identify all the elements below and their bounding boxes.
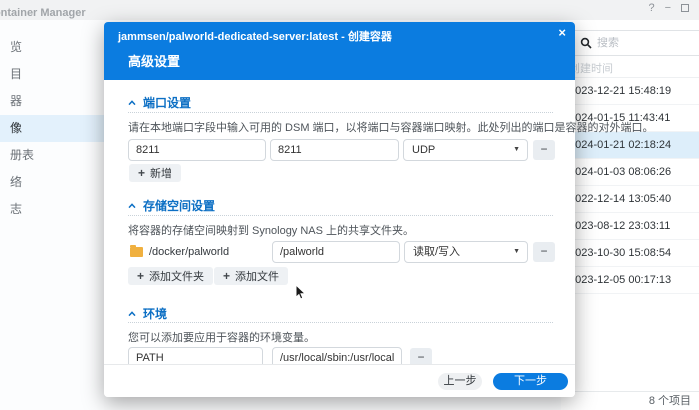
add-file-label: 添加文件	[235, 271, 280, 283]
image-list-panel: 创建时间 2023-12-21 15:48:19 2024-01-15 11:4…	[561, 20, 699, 410]
host-path-label: /docker/palworld	[149, 246, 230, 258]
window-controls: ? −	[648, 2, 689, 14]
add-folder-label: 添加文件夹	[149, 271, 205, 283]
section-storage-header[interactable]: 存储空间设置	[128, 197, 215, 214]
remove-port-button[interactable]: −	[533, 140, 555, 160]
chevron-down-icon: ▼	[513, 146, 520, 153]
minus-icon: −	[540, 244, 548, 258]
image-rows: 2023-12-21 15:48:19 2024-01-15 11:43:41 …	[561, 78, 699, 294]
sidebar-item-log[interactable]: 志	[0, 196, 104, 223]
items-count: 8 个项目	[561, 391, 699, 410]
sidebar-item-project[interactable]: 目	[0, 61, 104, 88]
window-titlebar: Container Manager ? −	[0, 0, 699, 20]
image-list-row[interactable]: 2024-01-03 08:06:26	[561, 159, 699, 186]
help-icon[interactable]: ?	[648, 2, 654, 14]
app-title-clip: Container Manager	[0, 3, 95, 19]
next-button[interactable]: 下一步	[493, 373, 568, 390]
plus-icon: +	[223, 269, 231, 283]
maximize-icon[interactable]	[681, 4, 689, 12]
protocol-value: UDP	[412, 144, 436, 156]
add-port-label: 新增	[150, 168, 173, 180]
plus-icon: +	[137, 269, 145, 283]
sidebar-item-network[interactable]: 络	[0, 169, 104, 196]
plus-icon: +	[138, 166, 146, 180]
add-file-button[interactable]: + 添加文件	[214, 267, 289, 285]
search-icon	[580, 37, 592, 49]
close-icon[interactable]: ×	[558, 25, 566, 40]
section-environment-header[interactable]: 环境	[128, 305, 167, 322]
app-title: Container Manager	[0, 7, 86, 19]
container-port-input[interactable]	[270, 139, 399, 161]
storage-description: 将容器的存储空间映射到 Synology NAS 上的共享文件夹。	[128, 225, 415, 237]
sidebar-items: 览 目 器 像 册表 络 志	[0, 20, 104, 223]
sidebar-item-container[interactable]: 器	[0, 88, 104, 115]
add-port-button[interactable]: + 新增	[129, 164, 182, 182]
sidebar-item-registry[interactable]: 册表	[0, 142, 104, 169]
screen: Container Manager ? − 览 目 器 像 册表 络 志 创建时…	[0, 0, 699, 410]
divider	[128, 322, 553, 323]
divider	[128, 215, 553, 216]
collapse-icon	[128, 310, 136, 316]
back-button[interactable]: 上一步	[438, 373, 482, 390]
add-folder-button[interactable]: + 添加文件夹	[128, 267, 214, 285]
minus-icon: −	[417, 350, 425, 364]
image-list-row-selected[interactable]: 2024-01-21 02:18:24	[561, 132, 699, 159]
image-list-row[interactable]: 2023-12-21 15:48:19	[561, 78, 699, 105]
minus-icon: −	[540, 142, 548, 156]
column-header-created-time[interactable]: 创建时间	[561, 60, 699, 78]
permission-value: 读取/写入	[413, 246, 461, 258]
local-port-input[interactable]	[128, 139, 266, 161]
mouse-cursor	[295, 284, 307, 300]
dialog-footer: 上一步 下一步	[104, 364, 575, 397]
search-input[interactable]	[597, 37, 687, 49]
search-box[interactable]	[571, 30, 699, 56]
remove-volume-button[interactable]: −	[533, 242, 555, 262]
protocol-select[interactable]: UDP ▼	[403, 139, 528, 161]
image-list-row[interactable]: 2023-10-30 15:08:54	[561, 240, 699, 267]
image-list-row[interactable]: 2022-12-14 13:05:40	[561, 186, 699, 213]
dialog-subtitle: 高级设置	[128, 54, 181, 69]
sidebar-item-overview[interactable]: 览	[0, 34, 104, 61]
image-list-row[interactable]: 2023-12-05 00:17:13	[561, 267, 699, 294]
dialog-title: jammsen/palworld-dedicated-server:latest…	[118, 31, 392, 43]
folder-icon	[130, 245, 143, 257]
section-environment-title: 环境	[143, 307, 168, 321]
permission-select[interactable]: 读取/写入 ▼	[404, 241, 528, 263]
minimize-icon[interactable]: −	[665, 2, 671, 14]
divider	[128, 112, 553, 113]
environment-description: 您可以添加要应用于容器的环境变量。	[128, 332, 315, 344]
dialog-header: jammsen/palworld-dedicated-server:latest…	[104, 22, 575, 80]
ports-description: 请在本地端口字段中输入可用的 DSM 端口，以将端口与容器端口映射。此处列出的端…	[128, 122, 654, 134]
image-list-row[interactable]: 2023-08-12 23:03:11	[561, 213, 699, 240]
section-ports-title: 端口设置	[143, 96, 192, 110]
collapse-icon	[128, 202, 136, 208]
section-storage-title: 存储空间设置	[143, 199, 216, 213]
collapse-icon	[128, 99, 136, 105]
sidebar: 览 目 器 像 册表 络 志	[0, 20, 104, 410]
chevron-down-icon: ▼	[513, 248, 520, 255]
section-ports-header[interactable]: 端口设置	[128, 94, 191, 111]
create-container-dialog: jammsen/palworld-dedicated-server:latest…	[104, 22, 654, 397]
sidebar-item-image[interactable]: 像	[0, 115, 104, 142]
mount-path-input[interactable]	[272, 241, 400, 263]
